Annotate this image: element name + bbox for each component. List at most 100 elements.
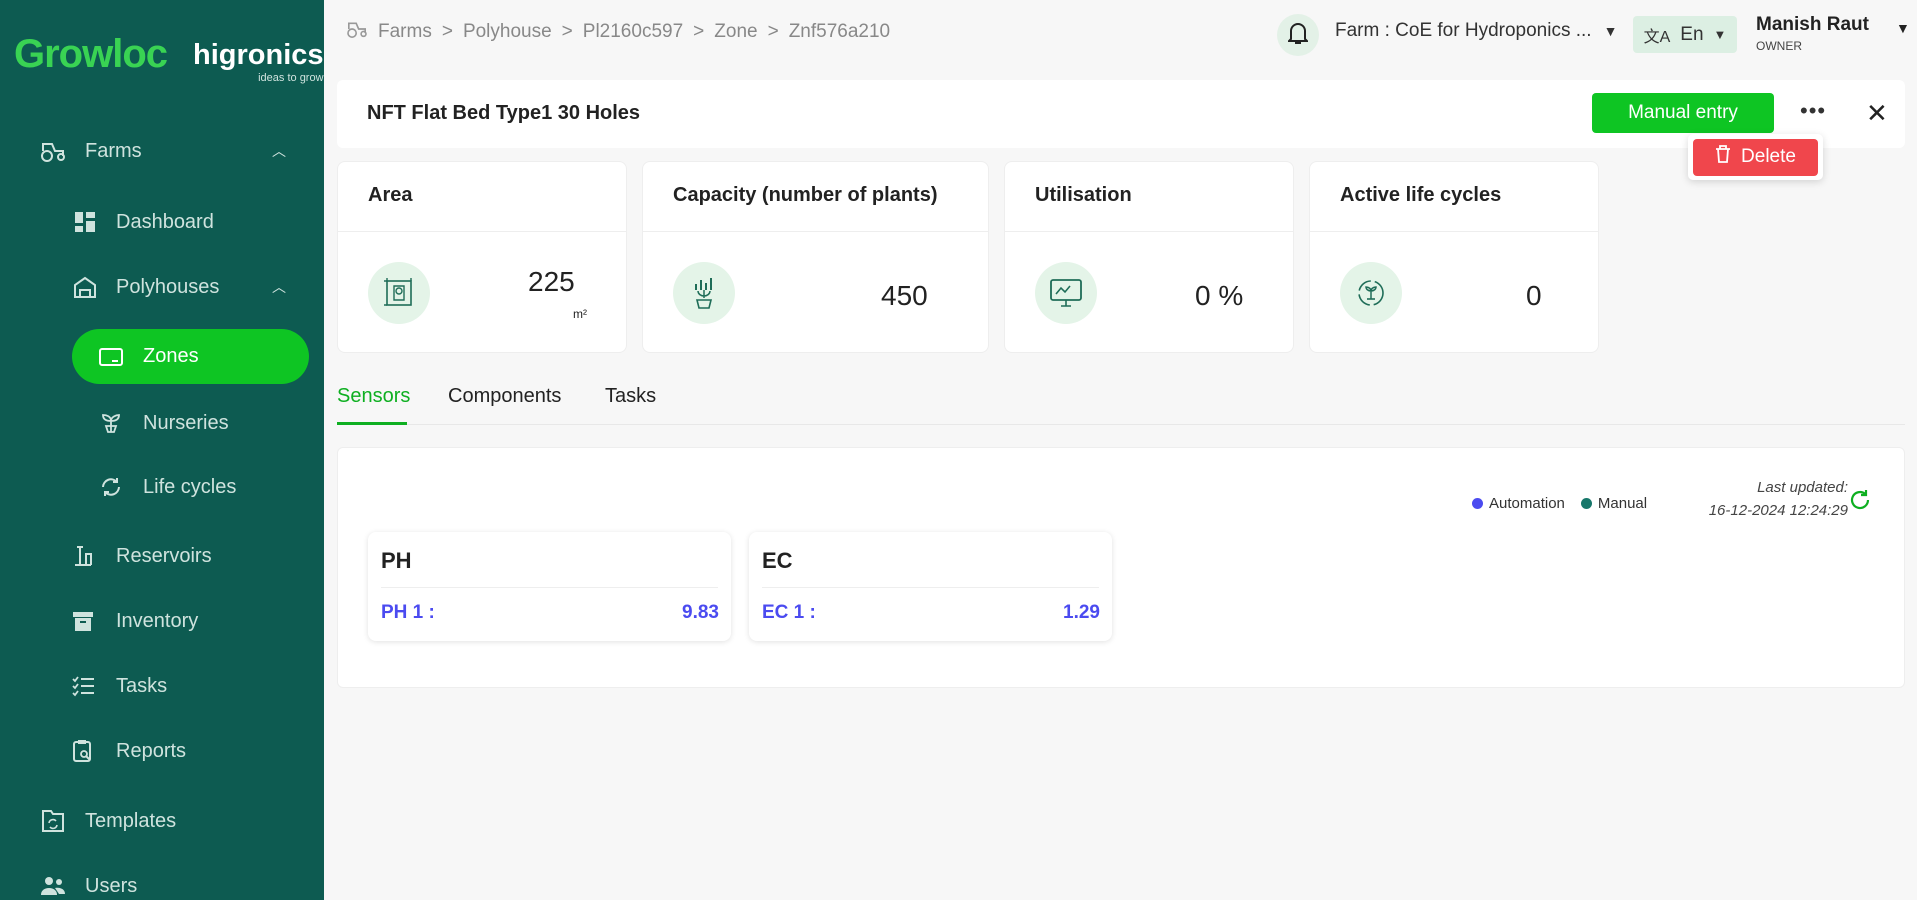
sensor-title: PH [381, 548, 412, 573]
sidebar-item-reservoirs[interactable]: Reservoirs [0, 543, 324, 569]
user-name: Manish Raut [1756, 14, 1869, 35]
tab-tasks[interactable]: Tasks [605, 385, 656, 408]
breadcrumb-farms[interactable]: Farms [378, 21, 432, 43]
capacity-value: 450 [881, 280, 928, 311]
cycle-icon [98, 474, 124, 500]
main-content: Farms > Polyhouse > Pl2160c597 > Zone > … [324, 0, 1917, 900]
sidebar-item-label: Farms [85, 139, 142, 162]
sidebar-item-label: Inventory [116, 609, 199, 632]
refresh-icon[interactable] [1848, 488, 1872, 519]
sidebar-item-life-cycles[interactable]: Life cycles [0, 474, 324, 500]
tagline: ideas to grow [258, 72, 324, 84]
plant-cycle-icon [1340, 262, 1402, 324]
more-options-icon[interactable]: ••• [1800, 98, 1826, 124]
tractor-icon [40, 138, 66, 164]
divider [381, 587, 718, 588]
language-selector[interactable]: 文A En ▼ [1633, 16, 1737, 53]
capacity-card: Capacity (number of plants) 450 [642, 161, 989, 353]
sensors-panel: Automation Manual Last updated: 16-12-20… [337, 447, 1905, 688]
polyhouse-icon [72, 274, 98, 300]
farm-selector-value: Farm : CoE for Hydroponics ... [1335, 20, 1592, 41]
monitor-icon [1035, 262, 1097, 324]
card-title: Utilisation [1005, 162, 1293, 232]
sidebar-item-templates[interactable]: Templates [0, 808, 324, 834]
breadcrumb-polyhouse[interactable]: Polyhouse [463, 21, 552, 43]
card-title: Area [338, 162, 626, 232]
sidebar-item-zones[interactable]: Zones [72, 329, 309, 384]
tasks-icon [70, 673, 96, 699]
delete-button[interactable]: Delete [1693, 138, 1818, 176]
zone-title-bar: NFT Flat Bed Type1 30 Holes Manual entry… [337, 80, 1905, 148]
higronics-logo: higronics ideas to grow [193, 38, 324, 84]
breadcrumb-separator: > [561, 21, 573, 42]
sidebar-item-farms[interactable]: Farms ︿ [0, 138, 324, 164]
zone-icon [98, 344, 124, 370]
user-menu[interactable]: Manish Raut OWNER ▼ [1756, 14, 1910, 53]
sidebar-item-users[interactable]: Users [0, 873, 324, 899]
sensor-key: PH 1 : [381, 602, 435, 623]
legend-automation: Automation [1489, 495, 1565, 512]
tractor-icon [346, 20, 368, 44]
breadcrumb-separator: > [441, 21, 453, 42]
automation-dot [1472, 498, 1483, 509]
user-role: OWNER [1756, 39, 1802, 53]
language-value: En [1680, 23, 1704, 45]
sidebar-item-reports[interactable]: Reports [0, 738, 324, 764]
breadcrumb-zone-id: Znf576a210 [788, 21, 891, 42]
sidebar: Growloc higronics ideas to grow Farms ︿ … [0, 0, 324, 900]
tab-sensors[interactable]: Sensors [337, 385, 410, 408]
sidebar-item-label: Dashboard [116, 210, 214, 233]
sidebar-item-label: Users [85, 874, 138, 897]
chevron-up-icon: ︿ [272, 279, 286, 295]
notification-button[interactable] [1277, 14, 1319, 56]
utilisation-value: 0 % [1195, 280, 1244, 311]
chevron-up-icon: ︿ [272, 143, 286, 159]
farm-selector[interactable]: Farm : CoE for Hydroponics ... ▼ [1335, 20, 1617, 42]
last-updated-value: 16-12-2024 12:24:29 [1708, 502, 1848, 519]
delete-label: Delete [1741, 146, 1796, 167]
caret-down-icon: ▼ [1603, 23, 1618, 39]
sidebar-item-label: Tasks [116, 674, 168, 697]
divider [762, 587, 1099, 588]
sidebar-item-label: Life cycles [143, 475, 237, 498]
last-updated-label: Last updated: [1757, 479, 1848, 496]
tab-components[interactable]: Components [448, 385, 561, 408]
trash-icon [1715, 145, 1731, 169]
sidebar-item-tasks[interactable]: Tasks [0, 673, 324, 699]
area-value: 225 [528, 266, 575, 297]
tab-active-indicator [337, 422, 407, 425]
breadcrumb-zone[interactable]: Zone [714, 21, 757, 43]
breadcrumb-polyhouse-id[interactable]: Pl2160c597 [583, 21, 683, 43]
manual-entry-button[interactable]: Manual entry [1592, 93, 1774, 133]
area-map-icon [368, 262, 430, 324]
close-icon[interactable]: ✕ [1866, 98, 1888, 129]
sensor-card-ec: EC EC 1 : 1.29 [749, 532, 1112, 641]
breadcrumb: Farms > Polyhouse > Pl2160c597 > Zone > … [346, 20, 890, 44]
sidebar-item-polyhouses[interactable]: Polyhouses ︿ [0, 274, 324, 300]
reports-icon [70, 738, 96, 764]
card-title: Capacity (number of plants) [643, 162, 988, 232]
more-options-menu: Delete [1688, 134, 1823, 180]
caret-down-icon: ▼ [1896, 20, 1910, 36]
sidebar-item-label: Nurseries [143, 411, 229, 434]
sidebar-item-nurseries[interactable]: Nurseries [0, 410, 324, 436]
caret-down-icon: ▼ [1713, 27, 1727, 42]
dashboard-icon [72, 209, 98, 235]
sensor-value: 1.29 [1063, 602, 1100, 623]
reservoir-icon [70, 543, 96, 569]
area-card: Area 225 m² [337, 161, 627, 353]
card-title: Active life cycles [1310, 162, 1598, 232]
users-icon [40, 873, 66, 899]
sidebar-item-label: Polyhouses [116, 275, 220, 298]
page-title: NFT Flat Bed Type1 30 Holes [367, 102, 641, 124]
sidebar-item-dashboard[interactable]: Dashboard [0, 209, 324, 235]
sensor-title: EC [762, 548, 793, 573]
utilisation-card: Utilisation 0 % [1004, 161, 1294, 353]
higronics-wordmark: higronics [193, 39, 324, 71]
breadcrumb-separator: > [693, 21, 705, 42]
tab-divider [337, 424, 1905, 425]
active-life-cycles-card: Active life cycles 0 [1309, 161, 1599, 353]
sidebar-item-label: Templates [85, 809, 177, 832]
sidebar-item-inventory[interactable]: Inventory [0, 608, 324, 634]
bell-icon [1286, 21, 1310, 50]
